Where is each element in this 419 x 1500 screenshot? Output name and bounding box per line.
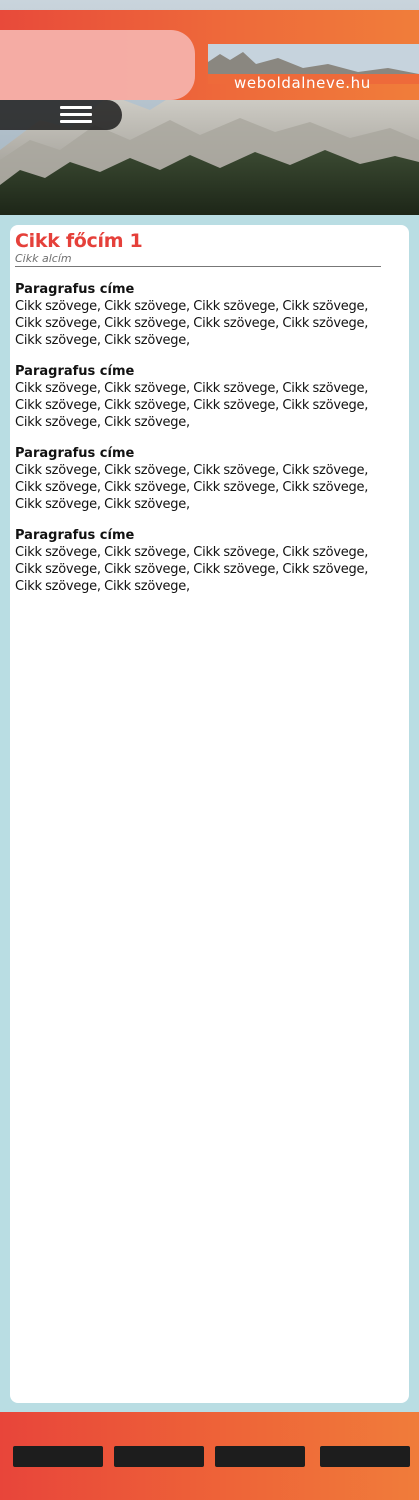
article-subtitle: Cikk alcím — [15, 252, 381, 267]
section-body: Cikk szövege, Cikk szövege, Cikk szövege… — [15, 545, 369, 594]
header-banner: weboldalneve.hu — [0, 0, 419, 215]
section-title: Paragrafus címe — [15, 446, 135, 461]
section-body: Cikk szövege, Cikk szövege, Cikk szövege… — [15, 299, 369, 348]
footer-button-3[interactable] — [215, 1446, 305, 1467]
article-title: Cikk főcím 1 — [15, 230, 143, 252]
section-title: Paragrafus címe — [15, 282, 135, 297]
section-body: Cikk szövege, Cikk szövege, Cikk szövege… — [15, 463, 369, 512]
article-section: Paragrafus címe Cikk szövege, Cikk szöve… — [15, 528, 381, 595]
article-section: Paragrafus címe Cikk szövege, Cikk szöve… — [15, 282, 381, 349]
logo-placeholder[interactable] — [0, 30, 195, 100]
footer-button-2[interactable] — [114, 1446, 204, 1467]
section-title: Paragrafus címe — [15, 364, 135, 379]
footer — [0, 1412, 419, 1500]
article-section: Paragrafus címe Cikk szövege, Cikk szöve… — [15, 446, 381, 513]
article-section: Paragrafus címe Cikk szövege, Cikk szöve… — [15, 364, 381, 431]
section-title: Paragrafus címe — [15, 528, 135, 543]
article-card: Cikk főcím 1 Cikk alcím Paragrafus címe … — [10, 225, 409, 1403]
footer-button-1[interactable] — [13, 1446, 103, 1467]
footer-button-4[interactable] — [320, 1446, 410, 1467]
site-name[interactable]: weboldalneve.hu — [234, 74, 371, 92]
section-body: Cikk szövege, Cikk szövege, Cikk szövege… — [15, 381, 369, 430]
hamburger-menu-icon[interactable] — [60, 106, 92, 124]
article: Cikk főcím 1 Cikk alcím Paragrafus címe … — [15, 230, 381, 595]
